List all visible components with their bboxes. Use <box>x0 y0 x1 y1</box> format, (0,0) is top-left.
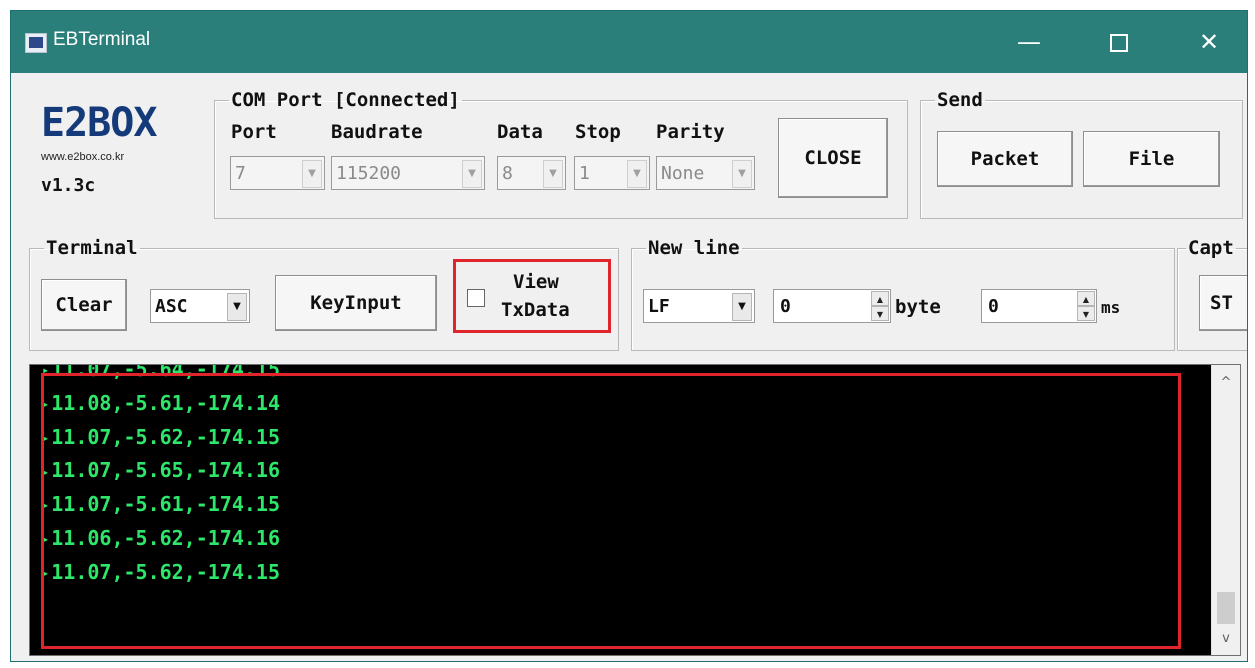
maximize-icon <box>1110 34 1128 52</box>
spin-up-icon[interactable]: ▲ <box>871 291 889 306</box>
baudrate-value: 115200 <box>336 163 402 184</box>
baudrate-label: Baudrate <box>331 121 423 143</box>
minimize-button[interactable]: — <box>1001 11 1057 73</box>
maximize-button[interactable] <box>1091 11 1147 73</box>
keyinput-button[interactable]: KeyInput <box>275 275 437 331</box>
spin-down-icon[interactable]: ▼ <box>871 306 889 321</box>
byte-unit-label: byte <box>895 296 941 318</box>
chevron-down-icon: ▼ <box>302 160 322 188</box>
parity-value: None <box>661 163 705 184</box>
send-packet-button[interactable]: Packet <box>937 131 1073 187</box>
data-bits-value: 8 <box>502 163 513 184</box>
com-port-legend: COM Port [Connected] <box>231 89 460 111</box>
newline-legend: New line <box>648 237 740 259</box>
close-port-button[interactable]: CLOSE <box>778 118 888 198</box>
capture-start-button[interactable]: ST <box>1199 275 1247 331</box>
logo-mark: E2BOX <box>41 100 157 146</box>
ms-value: 0 <box>988 296 999 317</box>
logo-url: www.e2box.co.kr <box>41 151 125 163</box>
terminal-legend: Terminal <box>46 237 138 259</box>
newline-value: LF <box>648 296 670 317</box>
parity-select[interactable]: None ▼ <box>656 156 755 190</box>
send-file-button[interactable]: File <box>1083 131 1220 187</box>
ms-spinner[interactable]: 0 ▲ ▼ <box>981 289 1097 323</box>
port-select[interactable]: 7 ▼ <box>230 156 325 190</box>
spin-down-icon[interactable]: ▼ <box>1077 306 1095 321</box>
spin-up-icon[interactable]: ▲ <box>1077 291 1095 306</box>
chevron-down-icon: ▼ <box>627 160 647 188</box>
baudrate-select[interactable]: 115200 ▼ <box>331 156 485 190</box>
display-mode-select[interactable]: ASC ▼ <box>150 289 250 323</box>
byte-spinner[interactable]: 0 ▲ ▼ <box>773 289 891 323</box>
port-value: 7 <box>235 163 246 184</box>
clear-button[interactable]: Clear <box>41 279 127 331</box>
chevron-down-icon: ▼ <box>462 160 482 188</box>
byte-value: 0 <box>780 296 791 317</box>
capture-start-label: ST <box>1210 292 1233 314</box>
scroll-down-icon[interactable]: v <box>1212 625 1240 653</box>
app-window: EBTerminal — ✕ E2BOX www.e2box.co.kr v1.… <box>10 10 1248 662</box>
capture-legend: Capt <box>1188 237 1234 259</box>
display-mode-value: ASC <box>155 296 188 317</box>
stop-bits-value: 1 <box>579 163 590 184</box>
send-legend: Send <box>937 89 983 111</box>
app-icon <box>25 33 47 53</box>
scroll-up-icon[interactable]: ^ <box>1212 369 1240 397</box>
stop-label: Stop <box>575 121 621 143</box>
data-bits-select[interactable]: 8 ▼ <box>497 156 566 190</box>
scroll-thumb[interactable] <box>1217 592 1235 624</box>
version-label: v1.3c <box>41 175 96 196</box>
data-label: Data <box>497 121 543 143</box>
chevron-down-icon: ▼ <box>732 160 752 188</box>
view-txdata-highlight <box>453 259 611 333</box>
newline-select[interactable]: LF ▼ <box>643 289 755 323</box>
ms-unit-label: ms <box>1101 298 1121 317</box>
terminal-highlight <box>41 373 1181 649</box>
chevron-down-icon: ▼ <box>227 293 247 321</box>
parity-label: Parity <box>656 121 725 143</box>
window-title: EBTerminal <box>53 29 151 50</box>
stop-bits-select[interactable]: 1 ▼ <box>574 156 650 190</box>
e2box-logo: E2BOX www.e2box.co.kr v1.3c <box>41 103 191 196</box>
terminal-scrollbar[interactable]: ^ v <box>1211 365 1240 655</box>
port-label: Port <box>231 121 277 143</box>
title-bar[interactable]: EBTerminal — ✕ <box>11 11 1247 73</box>
close-window-button[interactable]: ✕ <box>1181 11 1237 73</box>
chevron-down-icon: ▼ <box>732 293 752 321</box>
chevron-down-icon: ▼ <box>543 160 563 188</box>
